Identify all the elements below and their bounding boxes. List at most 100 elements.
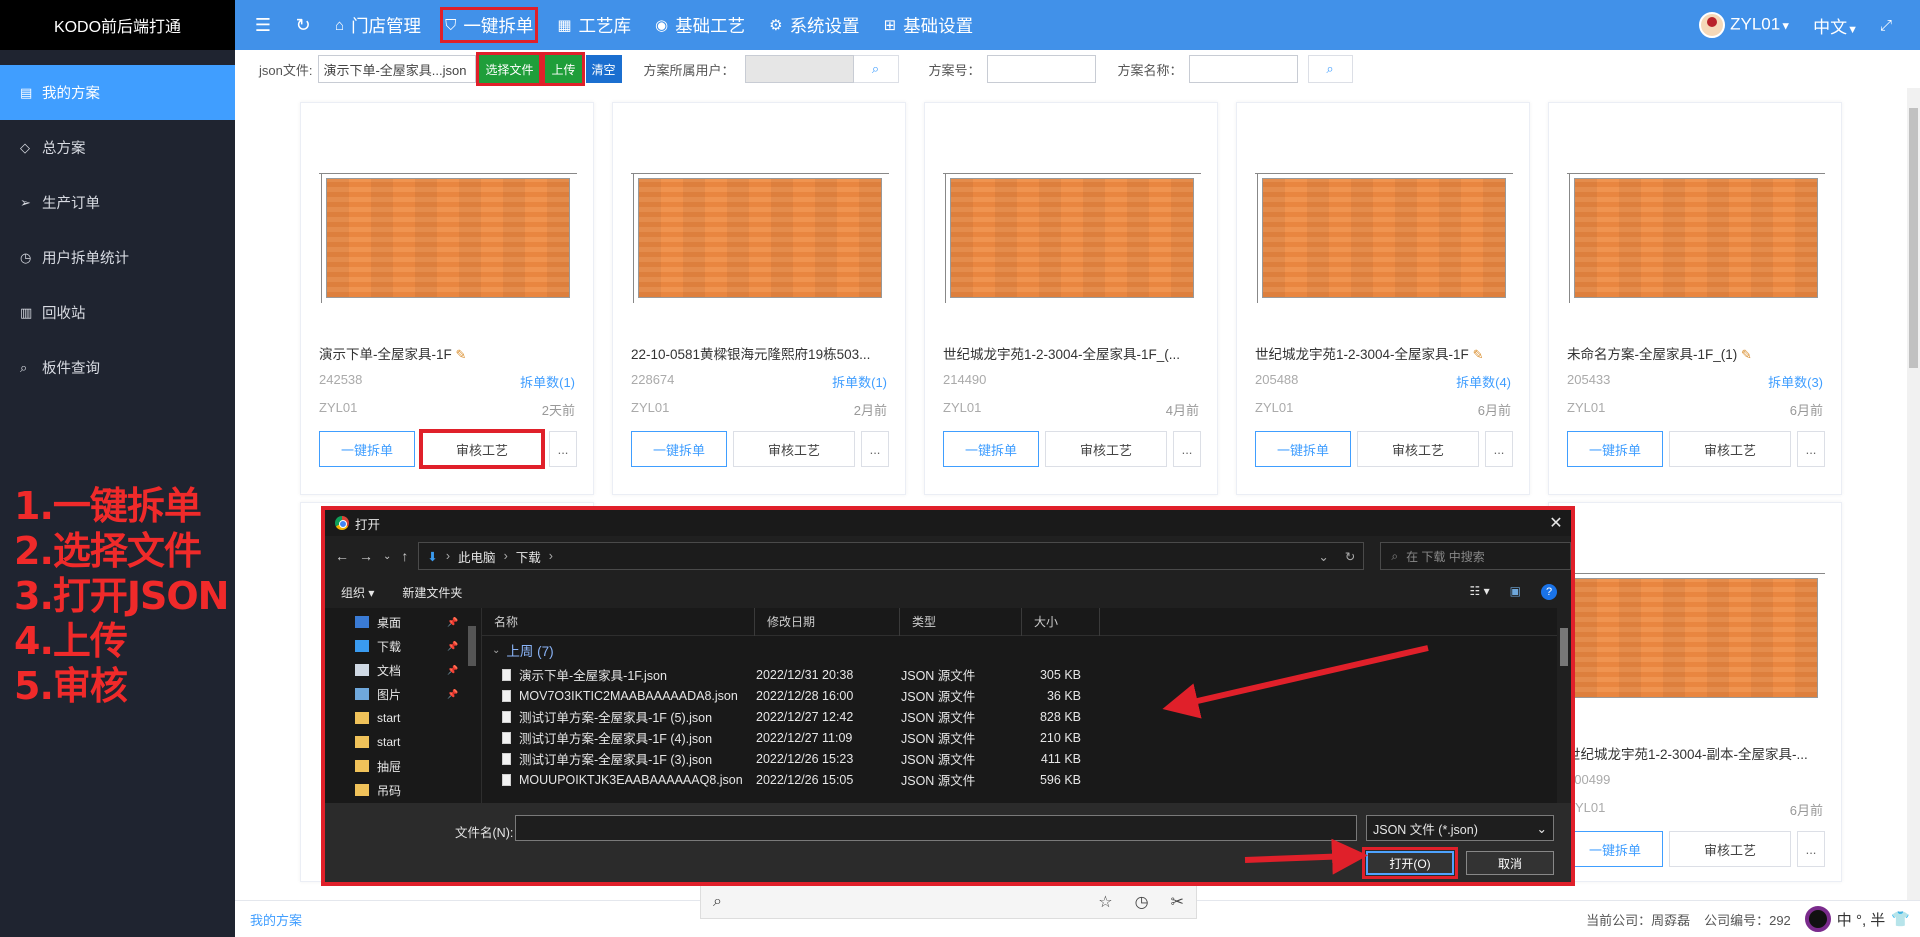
- more-button[interactable]: ...: [861, 431, 889, 467]
- scheme-card[interactable]: 世纪城龙宇苑1-2-3004-全屋家具-1F ✎ 205488 拆单数(4) Z…: [1236, 102, 1530, 495]
- review-craft-button[interactable]: 审核工艺: [1669, 831, 1791, 867]
- filetype-select[interactable]: JSON 文件 (*.json) ⌄: [1366, 815, 1554, 841]
- up-arrow-icon[interactable]: ↑: [401, 548, 408, 564]
- filename-input[interactable]: [515, 815, 1357, 841]
- scrollbar-thumb[interactable]: [1909, 108, 1918, 368]
- star-icon[interactable]: ☆: [1098, 892, 1112, 912]
- column-size[interactable]: 大小: [1022, 607, 1100, 636]
- chevron-down-icon[interactable]: ⌄: [383, 551, 391, 562]
- review-craft-button[interactable]: 审核工艺: [1357, 431, 1479, 467]
- scrollbar-thumb[interactable]: [468, 626, 476, 666]
- sidebar-item-all-schemes[interactable]: ◇ 总方案: [0, 120, 235, 175]
- column-name[interactable]: 名称: [482, 607, 755, 636]
- file-group-header[interactable]: ⌄ 上周 (7): [482, 636, 1571, 664]
- view-options-icon[interactable]: ☷ ▾: [1470, 584, 1490, 600]
- open-button[interactable]: 打开(O): [1362, 847, 1458, 879]
- menu-toggle-icon[interactable]: ☰: [243, 15, 283, 36]
- floorplan-thumbnail[interactable]: [319, 173, 577, 303]
- scheme-title[interactable]: 演示下单-全屋家具-1F ✎: [319, 343, 581, 363]
- one-click-split-button[interactable]: 一键拆单: [1567, 831, 1663, 867]
- folder-search-input[interactable]: ⌕ 在 下载 中搜索: [1380, 542, 1571, 570]
- scheme-card[interactable]: 世纪城龙宇苑1-2-3004-副本-全屋家具-... 200499 ZYL01 …: [1548, 502, 1842, 882]
- file-row[interactable]: 测试订单方案-全屋家具-1F (3).json 2022/12/26 15:23 J…: [482, 748, 1571, 769]
- review-craft-button[interactable]: 审核工艺: [1669, 431, 1791, 467]
- nav-one-click-split[interactable]: ⛉ 一键拆单: [433, 0, 545, 50]
- fullscreen-icon[interactable]: ⤢: [1880, 17, 1892, 34]
- scheme-card[interactable]: 世纪城龙宇苑1-2-3004-全屋家具-1F_(... 214490 ZYL01…: [924, 102, 1218, 495]
- refresh-icon[interactable]: ↻: [1337, 549, 1363, 564]
- scheme-title[interactable]: 世纪城龙宇苑1-2-3004-副本-全屋家具-...: [1567, 743, 1829, 763]
- review-craft-button[interactable]: 审核工艺: [1045, 431, 1167, 467]
- column-type[interactable]: 类型: [900, 607, 1022, 636]
- floorplan-thumbnail[interactable]: [1567, 173, 1825, 303]
- nav-craft-library[interactable]: ▦ 工艺库: [545, 0, 643, 50]
- scheme-no-input[interactable]: [986, 55, 1096, 83]
- floorplan-thumbnail[interactable]: [943, 173, 1201, 303]
- nav-folder-pictures[interactable]: 图片 📌: [325, 682, 481, 706]
- file-row[interactable]: 演示下单-全屋家具-1F.json 2022/12/31 20:38 JSON 源文…: [482, 664, 1571, 685]
- one-click-split-button[interactable]: 一键拆单: [1255, 431, 1351, 467]
- owner-search-button[interactable]: ⌕: [853, 55, 899, 83]
- scheme-title[interactable]: 未命名方案-全屋家具-1F_(1) ✎: [1567, 343, 1829, 363]
- nav-folder-start-2[interactable]: start: [325, 730, 481, 754]
- scrollbar-thumb[interactable]: [1560, 628, 1568, 666]
- breadcrumb[interactable]: 我的方案: [250, 910, 302, 929]
- path-segment[interactable]: 此电脑: [458, 547, 496, 566]
- floorplan-thumbnail[interactable]: [1567, 573, 1825, 703]
- nav-basic-settings[interactable]: ⊞ 基础设置: [872, 0, 986, 50]
- help-icon[interactable]: ?: [1541, 584, 1557, 600]
- nav-folder-desktop[interactable]: 桌面 📌: [325, 610, 481, 634]
- new-folder-button[interactable]: 新建文件夹: [402, 584, 462, 601]
- nav-store-management[interactable]: ⌂ 门店管理: [323, 0, 433, 50]
- nav-pane-scrollbar[interactable]: [467, 610, 477, 800]
- lens-search-icon[interactable]: ⌕: [713, 893, 722, 911]
- user-menu[interactable]: ZYL01▼: [1699, 12, 1791, 38]
- scheme-card[interactable]: 未命名方案-全屋家具-1F_(1) ✎ 205433 拆单数(3) ZYL01 …: [1548, 102, 1842, 495]
- scheme-title[interactable]: 22-10-0581黄樑银海元隆熙府19栋503...: [631, 343, 893, 363]
- nav-folder-documents[interactable]: 文档 📌: [325, 658, 481, 682]
- page-scrollbar[interactable]: [1907, 88, 1920, 900]
- scheme-card[interactable]: 22-10-0581黄樑银海元隆熙府19栋503... 228674 拆单数(1…: [612, 102, 906, 495]
- file-row[interactable]: MOV7O3IKTIC2MAABAAAAADA8.json 2022/12/28 …: [482, 685, 1571, 706]
- floorplan-thumbnail[interactable]: [1255, 173, 1513, 303]
- pencil-icon[interactable]: ✎: [1741, 347, 1752, 362]
- file-row[interactable]: MOUUPOIKTJK3EAABAAAAAAQ8.json 2022/12/26 …: [482, 769, 1571, 790]
- scheme-title[interactable]: 世纪城龙宇苑1-2-3004-全屋家具-1F ✎: [1255, 343, 1517, 363]
- clear-button[interactable]: 清空: [585, 55, 622, 83]
- cancel-button[interactable]: 取消: [1466, 851, 1554, 875]
- more-button[interactable]: ...: [549, 431, 577, 467]
- history-icon[interactable]: ◷: [1135, 892, 1149, 912]
- split-count-link[interactable]: 拆单数(1): [832, 372, 887, 391]
- refresh-icon[interactable]: ↻: [283, 15, 323, 36]
- pencil-icon[interactable]: ✎: [1473, 347, 1484, 362]
- one-click-split-button[interactable]: 一键拆单: [319, 431, 415, 467]
- forward-arrow-icon[interactable]: →: [359, 548, 373, 564]
- more-button[interactable]: ...: [1797, 431, 1825, 467]
- more-button[interactable]: ...: [1797, 831, 1825, 867]
- preview-pane-icon[interactable]: ▣: [1510, 584, 1521, 600]
- split-count-link[interactable]: 拆单数(1): [520, 372, 575, 391]
- one-click-split-button[interactable]: 一键拆单: [943, 431, 1039, 467]
- scheme-card[interactable]: 演示下单-全屋家具-1F ✎ 242538 拆单数(1) ZYL01 2天前 一…: [300, 102, 594, 495]
- scheme-title[interactable]: 世纪城龙宇苑1-2-3004-全屋家具-1F_(...: [943, 343, 1205, 363]
- file-row[interactable]: 测试订单方案-全屋家具-1F (4).json 2022/12/27 11:09 J…: [482, 727, 1571, 748]
- organize-menu[interactable]: 组织 ▾: [341, 584, 374, 601]
- split-count-link[interactable]: 拆单数(3): [1768, 372, 1823, 391]
- floorplan-thumbnail[interactable]: [631, 173, 889, 303]
- sidebar-item-production-orders[interactable]: ➢ 生产订单: [0, 175, 235, 230]
- path-segment[interactable]: 下载: [516, 547, 541, 566]
- back-arrow-icon[interactable]: ←: [335, 548, 349, 564]
- pencil-icon[interactable]: ✎: [456, 347, 467, 362]
- one-click-split-button[interactable]: 一键拆单: [1567, 431, 1663, 467]
- more-button[interactable]: ...: [1485, 431, 1513, 467]
- choose-file-button[interactable]: 选择文件: [476, 52, 543, 86]
- file-list-scrollbar[interactable]: [1557, 608, 1571, 803]
- review-craft-button[interactable]: 审核工艺: [419, 429, 545, 469]
- scheme-search-button[interactable]: ⌕: [1307, 55, 1353, 83]
- file-row[interactable]: 测试订单方案-全屋家具-1F (5).json 2022/12/27 12:42 J…: [482, 706, 1571, 727]
- ime-toolbar[interactable]: 中 °, 半 👕: [1804, 906, 1910, 932]
- more-button[interactable]: ...: [1173, 431, 1201, 467]
- sidebar-item-recycle-bin[interactable]: ▥ 回收站: [0, 285, 235, 340]
- sidebar-item-split-stats[interactable]: ◷ 用户拆单统计: [0, 230, 235, 285]
- nav-folder-hanger[interactable]: 吊码: [325, 778, 481, 802]
